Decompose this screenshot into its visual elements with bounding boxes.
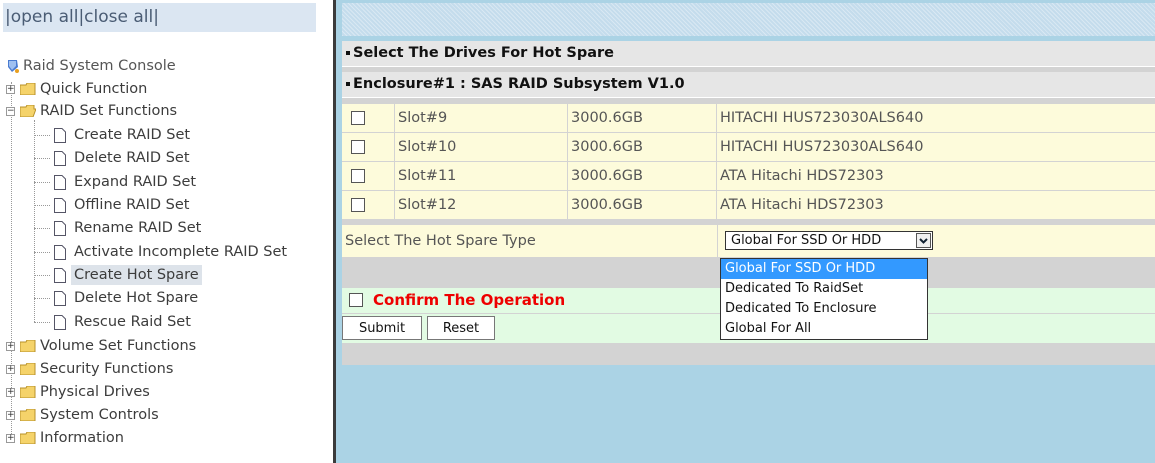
hot-spare-type-select[interactable]: Global For SSD Or HDD — [725, 231, 933, 250]
plus-expander-icon[interactable]: + — [6, 342, 15, 351]
tree-line — [34, 275, 50, 276]
drive-slot: Slot#10 — [394, 133, 567, 161]
nav-subitem-label: Create Hot Spare — [71, 265, 202, 285]
tree-line — [34, 120, 35, 322]
confirm-label: Confirm The Operation — [373, 291, 566, 309]
page-icon — [54, 315, 66, 330]
nav-subitem-label: Rename RAID Set — [74, 220, 202, 236]
drive-slot: Slot#11 — [394, 162, 567, 190]
plus-expander-icon[interactable]: + — [6, 388, 15, 397]
plus-expander-icon[interactable]: + — [6, 365, 15, 374]
submit-button[interactable]: Submit — [342, 316, 422, 340]
tree-line — [34, 205, 50, 206]
hot-spare-type-label: Select The Hot Spare Type — [342, 225, 718, 257]
page-icon — [54, 221, 66, 236]
open-close-bar: |open all|close all| — [3, 3, 316, 32]
separator-bar — [342, 344, 1155, 365]
folder-icon — [20, 83, 36, 95]
tree-line — [34, 252, 50, 253]
page-icon — [54, 291, 66, 306]
form-title: Select The Drives For Hot Spare — [342, 41, 1155, 67]
nav-subitem-label: Offline RAID Set — [74, 197, 190, 213]
tree-line — [34, 182, 50, 183]
enclosure-header: Enclosure#1 : SAS RAID Subsystem V1.0 — [342, 72, 1155, 98]
folder-icon — [20, 340, 36, 352]
nav-item-label: Security Functions — [40, 361, 174, 377]
page-icon — [54, 268, 66, 283]
page-icon — [54, 175, 66, 190]
nav-subitem-label: Delete Hot Spare — [74, 290, 199, 306]
open-all-link[interactable]: open all — [11, 7, 79, 27]
enclosure-title-text: Enclosure#1 : SAS RAID Subsystem V1.0 — [353, 76, 685, 92]
nav-item-label: Information — [40, 430, 124, 446]
drive-row: Slot#12 3000.6GB ATA Hitachi HDS72303 — [342, 191, 1155, 220]
dropdown-option[interactable]: Global For All — [721, 319, 927, 339]
plus-expander-icon[interactable]: + — [6, 85, 15, 94]
drive-row: Slot#11 3000.6GB ATA Hitachi HDS72303 — [342, 162, 1155, 191]
drive-capacity: 3000.6GB — [567, 191, 716, 219]
drive-row: Slot#9 3000.6GB HITACHI HUS723030ALS640 — [342, 104, 1155, 133]
folder-icon — [20, 386, 36, 398]
nav-item-label: Quick Function — [40, 81, 148, 97]
drive-checkbox[interactable] — [351, 169, 365, 183]
drive-capacity: 3000.6GB — [567, 162, 716, 190]
folder-icon — [20, 409, 36, 421]
plus-expander-icon[interactable]: + — [6, 434, 15, 443]
hot-spare-type-row: Select The Hot Spare Type Global For SSD… — [342, 225, 1155, 257]
page-icon — [54, 151, 66, 166]
top-banner — [342, 3, 1155, 36]
drive-model: ATA Hitachi HDS72303 — [716, 162, 1155, 190]
nav-item-label: Volume Set Functions — [40, 338, 197, 354]
tree-line — [34, 322, 50, 323]
folder-open-icon — [20, 105, 36, 117]
content-frame: Select The Drives For Hot Spare Enclosur… — [336, 0, 1155, 463]
folder-icon — [20, 363, 36, 375]
nav-subitem-label: Activate Incomplete RAID Set — [74, 244, 288, 260]
drive-checkbox[interactable] — [351, 140, 365, 154]
page-icon — [54, 245, 66, 260]
nav-item-label: RAID Set Functions — [40, 103, 178, 119]
minus-expander-icon[interactable]: − — [6, 107, 15, 116]
dropdown-option[interactable]: Global For SSD Or HDD — [721, 259, 927, 279]
close-all-link[interactable]: close all — [84, 7, 153, 27]
tree-line — [34, 228, 50, 229]
navigation-frame: |open all|close all| Raid System Console… — [0, 0, 333, 463]
nav-subitem-label: Delete RAID Set — [74, 150, 190, 166]
nav-subitem-label: Rescue Raid Set — [74, 314, 191, 330]
page-icon — [54, 128, 66, 143]
drive-model: HITACHI HUS723030ALS640 — [716, 104, 1155, 132]
dropdown-option[interactable]: Dedicated To RaidSet — [721, 279, 927, 299]
reset-button[interactable]: Reset — [427, 316, 495, 340]
raid-console-icon — [8, 60, 19, 73]
drive-model: HITACHI HUS723030ALS640 — [716, 133, 1155, 161]
plus-expander-icon[interactable]: + — [6, 411, 15, 420]
nav-item-label: System Controls — [40, 407, 159, 423]
drive-capacity: 3000.6GB — [567, 133, 716, 161]
dropdown-option[interactable]: Dedicated To Enclosure — [721, 299, 927, 319]
folder-icon — [20, 432, 36, 444]
drive-checkbox[interactable] — [351, 111, 365, 125]
form-title-text: Select The Drives For Hot Spare — [353, 45, 615, 61]
hot-spare-type-value: Global For SSD Or HDD — [731, 233, 882, 248]
nav-subitem-label: Create RAID Set — [74, 127, 191, 143]
hot-spare-type-dropdown: Global For SSD Or HDD Dedicated To RaidS… — [720, 258, 928, 340]
page-icon — [54, 198, 66, 213]
confirm-checkbox[interactable] — [349, 293, 363, 307]
drive-model: ATA Hitachi HDS72303 — [716, 191, 1155, 219]
bullet-icon — [346, 82, 350, 86]
drive-checkbox[interactable] — [351, 198, 365, 212]
drive-slot: Slot#9 — [394, 104, 567, 132]
drive-slot: Slot#12 — [394, 191, 567, 219]
nav-root-label: Raid System Console — [23, 58, 176, 74]
tree-line — [34, 135, 50, 136]
tree-line — [34, 298, 50, 299]
nav-subitem-label: Expand RAID Set — [74, 174, 197, 190]
bullet-icon — [346, 51, 350, 55]
drive-row: Slot#10 3000.6GB HITACHI HUS723030ALS640 — [342, 133, 1155, 162]
chevron-down-icon[interactable] — [916, 233, 931, 248]
tree-line — [34, 158, 50, 159]
drive-capacity: 3000.6GB — [567, 104, 716, 132]
nav-item-label: Physical Drives — [40, 384, 150, 400]
